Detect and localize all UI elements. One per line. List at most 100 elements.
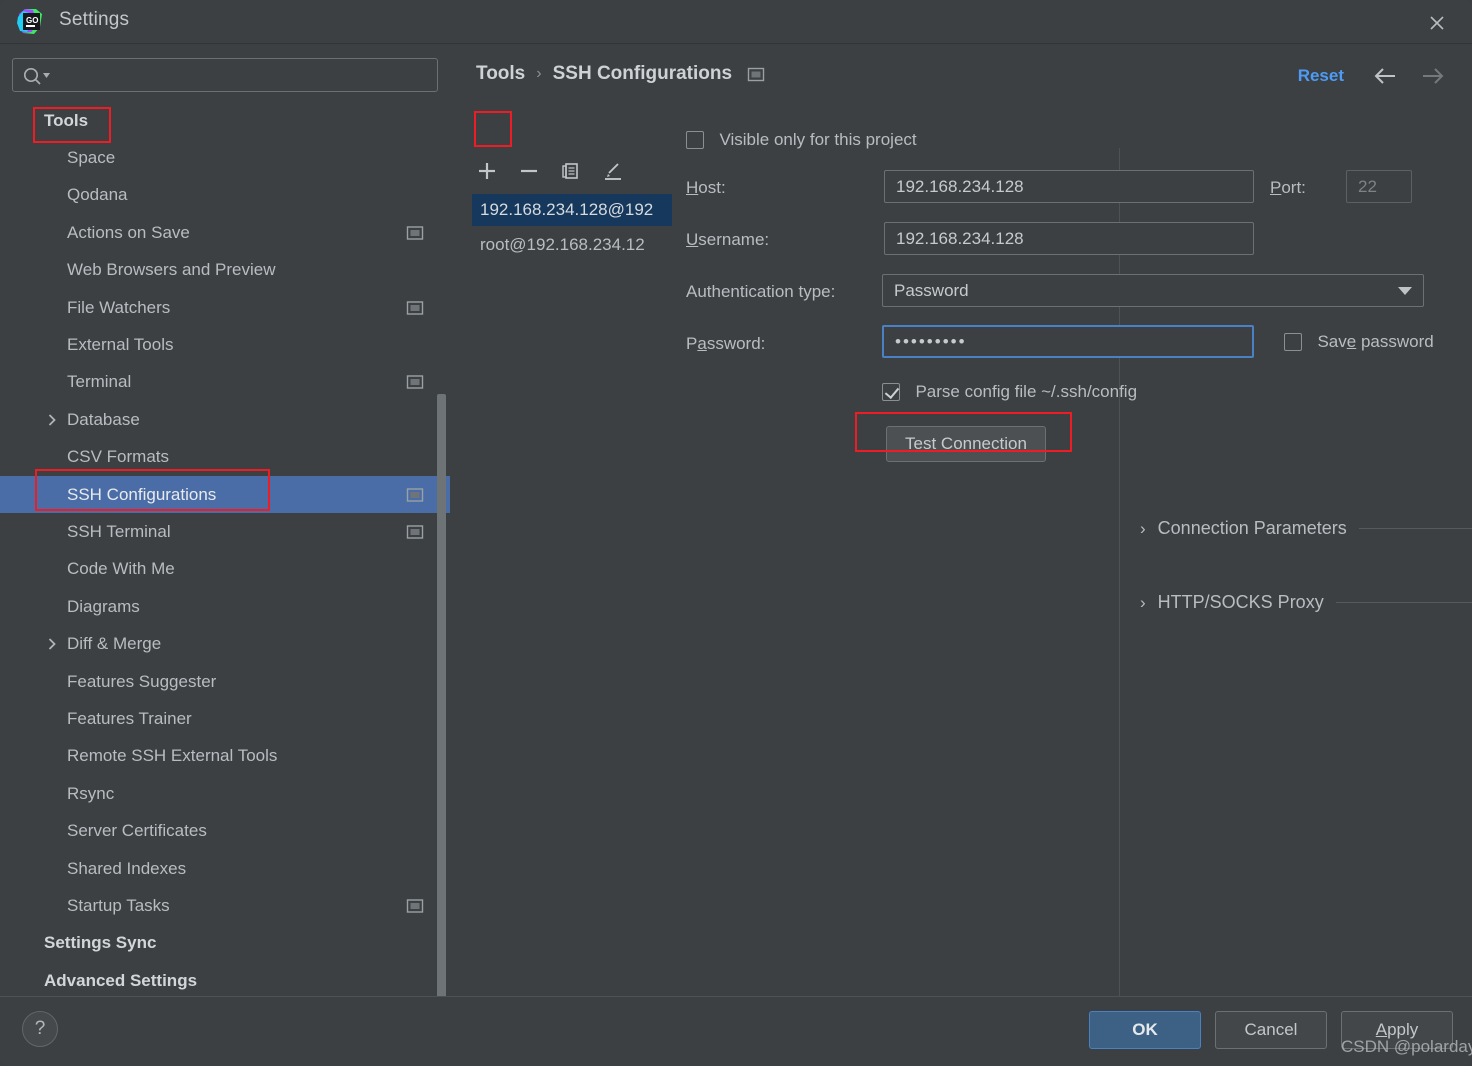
port-input[interactable] xyxy=(1346,170,1412,203)
sidebar-item-advanced-settings[interactable]: Advanced Settings xyxy=(0,962,450,999)
http-socks-proxy-title: HTTP/SOCKS Proxy xyxy=(1157,592,1324,612)
sidebar-item-features-trainer[interactable]: Features Trainer xyxy=(0,700,450,737)
goland-logo-icon: GO xyxy=(16,7,46,37)
sidebar-item-features-suggester[interactable]: Features Suggester xyxy=(0,663,450,700)
chevron-right-icon[interactable] xyxy=(45,637,59,651)
search-input[interactable] xyxy=(53,59,433,91)
visible-only-checkbox[interactable] xyxy=(686,131,704,149)
dialog-footer: ? OK Cancel Apply xyxy=(0,996,1472,1066)
sidebar-item-label: Web Browsers and Preview xyxy=(67,260,276,280)
username-label: Username: xyxy=(686,230,770,249)
sidebar-item-label: Settings Sync xyxy=(44,933,157,953)
sidebar-item-label: Features Trainer xyxy=(67,708,192,728)
sidebar-item-settings-sync[interactable]: Settings Sync xyxy=(0,925,450,962)
sidebar-item-label: Code With Me xyxy=(67,559,175,579)
chevron-right-icon: › xyxy=(1140,518,1146,538)
list-item[interactable]: 192.168.234.128@192 xyxy=(472,194,672,226)
sidebar-item-diagrams[interactable]: Diagrams xyxy=(0,588,450,625)
list-item-label: 192.168.234.128@192 xyxy=(480,200,654,219)
sidebar-item-label: File Watchers xyxy=(67,297,171,317)
parse-config-label: Parse config file ~/.ssh/config xyxy=(915,382,1138,401)
sidebar-item-web-browsers-and-preview[interactable]: Web Browsers and Preview xyxy=(0,252,450,289)
sidebar-item-database[interactable]: Database xyxy=(0,401,450,438)
sidebar-item-label: Diagrams xyxy=(67,596,140,616)
sidebar-item-shared-indexes[interactable]: Shared Indexes xyxy=(0,850,450,887)
sidebar-item-label: Tools xyxy=(44,110,89,130)
ok-button[interactable]: OK xyxy=(1089,1011,1201,1049)
authentication-type-select[interactable]: Password xyxy=(882,274,1424,307)
sidebar-item-label: SSH Terminal xyxy=(67,521,171,541)
breadcrumb-item-tools[interactable]: Tools xyxy=(476,63,525,85)
project-scope-icon xyxy=(747,67,765,82)
sidebar-item-startup-tasks[interactable]: Startup Tasks xyxy=(0,887,450,924)
sidebar-item-label: SSH Configurations xyxy=(67,484,217,504)
sidebar-item-label: Rsync xyxy=(67,783,115,803)
connection-parameters-section[interactable]: › Connection Parameters xyxy=(1140,518,1472,539)
chevron-right-icon: › xyxy=(1140,592,1146,612)
sidebar-item-ssh-configurations[interactable]: SSH Configurations xyxy=(0,476,450,513)
list-item-label: root@192.168.234.12 xyxy=(480,235,645,254)
sidebar-item-external-tools[interactable]: External Tools xyxy=(0,326,450,363)
sidebar-item-label: Remote SSH External Tools xyxy=(67,746,278,766)
sidebar-item-rsync[interactable]: Rsync xyxy=(0,775,450,812)
chevron-down-icon xyxy=(1398,286,1412,295)
settings-dialog: GO Settings ToolsSpaceQodanaActions o xyxy=(0,0,1472,1066)
apply-button[interactable]: Apply xyxy=(1341,1011,1453,1049)
visible-only-label: Visible only for this project xyxy=(719,130,917,149)
list-item[interactable]: root@192.168.234.12 xyxy=(472,229,672,261)
project-scope-icon xyxy=(406,487,424,502)
ssh-config-form: Visible only for this project Host: Port… xyxy=(686,124,1466,476)
project-scope-icon xyxy=(406,300,424,315)
sidebar-item-remote-ssh-external-tools[interactable]: Remote SSH External Tools xyxy=(0,738,450,775)
search-icon xyxy=(22,66,52,86)
test-connection-button[interactable]: Test Connection xyxy=(886,426,1046,462)
sidebar-item-actions-on-save[interactable]: Actions on Save xyxy=(0,214,450,251)
project-scope-icon xyxy=(406,524,424,539)
sidebar-scrollbar-thumb[interactable] xyxy=(437,394,446,1034)
host-label: Host: xyxy=(686,178,726,197)
sidebar-item-ssh-terminal[interactable]: SSH Terminal xyxy=(0,513,450,550)
section-rule xyxy=(1335,602,1472,603)
cancel-button[interactable]: Cancel xyxy=(1215,1011,1327,1049)
sidebar-item-tools[interactable]: Tools xyxy=(0,102,450,139)
close-icon[interactable] xyxy=(1422,8,1452,36)
help-button[interactable]: ? xyxy=(22,1011,58,1047)
search-box[interactable] xyxy=(12,58,438,92)
host-input[interactable] xyxy=(884,170,1254,203)
sidebar-item-label: Space xyxy=(67,147,116,167)
sidebar-item-label: Actions on Save xyxy=(67,222,190,242)
arrow-left-icon[interactable] xyxy=(1372,64,1400,88)
chevron-right-icon[interactable] xyxy=(45,413,59,427)
configurations-list: 192.168.234.128@192 root@192.168.234.12 xyxy=(472,150,672,988)
sidebar-item-label: Terminal xyxy=(67,372,132,392)
sidebar-item-label: Server Certificates xyxy=(67,821,207,841)
svg-text:GO: GO xyxy=(26,16,38,25)
sidebar-item-label: Advanced Settings xyxy=(44,970,198,990)
parse-config-checkbox[interactable] xyxy=(882,383,900,401)
sidebar-item-space[interactable]: Space xyxy=(0,139,450,176)
sidebar-item-csv-formats[interactable]: CSV Formats xyxy=(0,439,450,476)
http-socks-proxy-section[interactable]: › HTTP/SOCKS Proxy xyxy=(1140,592,1472,613)
sidebar-item-qodana[interactable]: Qodana xyxy=(0,177,450,214)
sidebar-item-label: Qodana xyxy=(67,185,128,205)
sidebar-item-label: Features Suggester xyxy=(67,671,217,691)
sidebar-item-label: Startup Tasks xyxy=(67,895,170,915)
breadcrumb: Tools › SSH Configurations xyxy=(476,63,765,85)
project-scope-icon xyxy=(406,375,424,390)
reset-button[interactable]: Reset xyxy=(1298,66,1344,86)
save-password-checkbox[interactable] xyxy=(1284,333,1302,351)
username-input[interactable] xyxy=(884,222,1254,255)
sidebar-item-terminal[interactable]: Terminal xyxy=(0,364,450,401)
sidebar-item-code-with-me[interactable]: Code With Me xyxy=(0,551,450,588)
sidebar-item-server-certificates[interactable]: Server Certificates xyxy=(0,813,450,850)
authentication-type-value: Password xyxy=(894,280,969,300)
breadcrumb-separator: › xyxy=(536,65,542,82)
sidebar-item-label: Diff & Merge xyxy=(67,634,162,654)
window-title: Settings xyxy=(59,9,130,30)
password-input[interactable] xyxy=(882,325,1254,358)
sidebar-item-diff-merge[interactable]: Diff & Merge xyxy=(0,626,450,663)
breadcrumb-item-ssh-configurations[interactable]: SSH Configurations xyxy=(553,63,732,85)
title-bar: GO Settings xyxy=(0,0,1472,44)
settings-content-panel: Tools › SSH Configurations Reset 192.168… xyxy=(450,44,1472,1013)
sidebar-item-file-watchers[interactable]: File Watchers xyxy=(0,289,450,326)
